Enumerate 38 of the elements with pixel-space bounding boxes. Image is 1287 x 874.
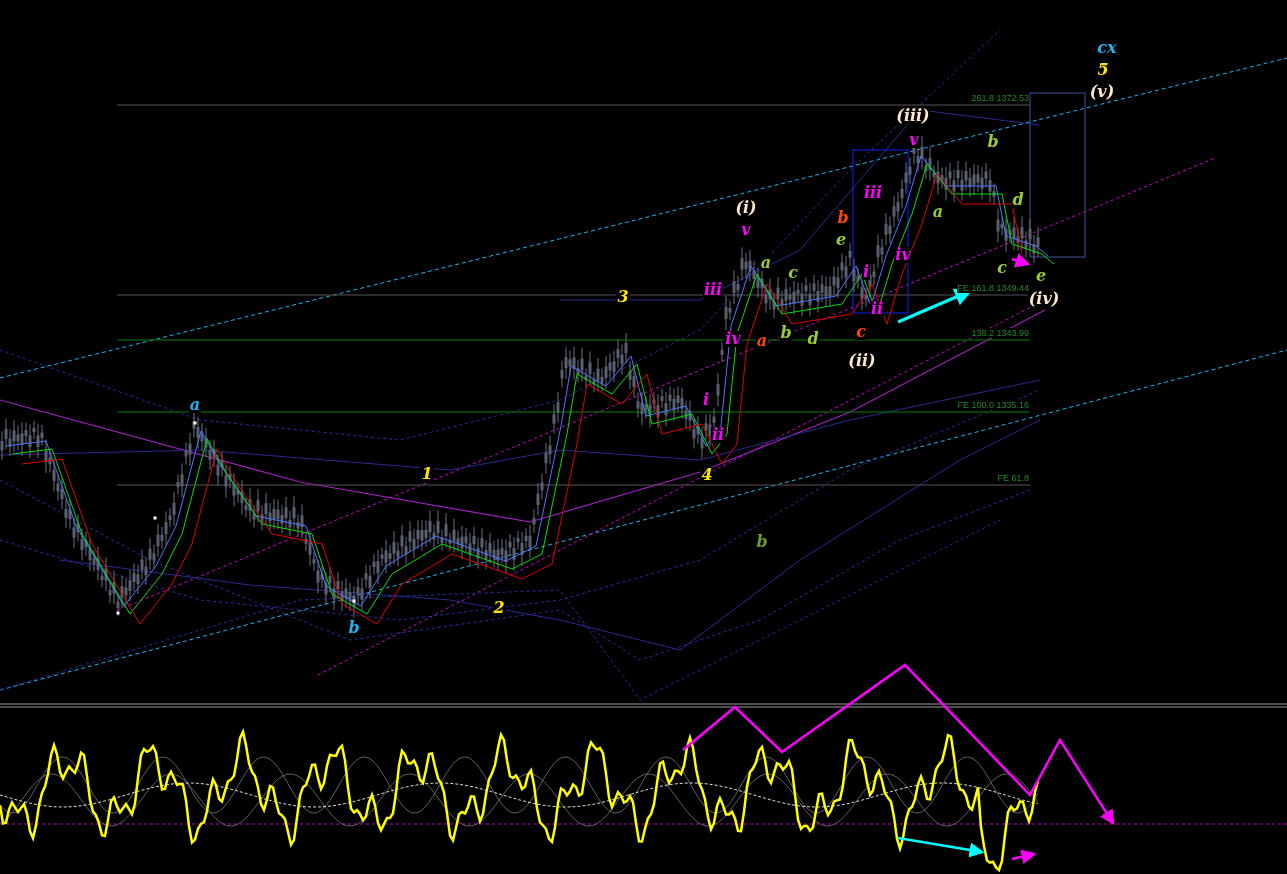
wave-label: b: [836, 210, 850, 226]
wave-label: b: [779, 325, 793, 341]
wave-label: i: [701, 392, 711, 408]
wave-label: (i): [734, 200, 758, 216]
arrow: [1011, 849, 1037, 865]
wave-label: (ii): [847, 353, 877, 369]
wave-label: (iii): [895, 108, 931, 124]
fib-level-label: FE 100.0 1335.16: [957, 400, 1029, 410]
wave-label: iii: [702, 282, 724, 298]
wave-label: v: [908, 132, 920, 148]
wave-label: b: [986, 134, 1000, 150]
pivot-marker: [153, 516, 157, 520]
wave-label: d: [1011, 192, 1025, 208]
pivot-marker: [116, 611, 120, 615]
wave-label: i: [861, 264, 871, 280]
wave-label: a: [759, 255, 773, 271]
wave-label: 2: [492, 600, 506, 616]
fib-level-label: FE 61.8: [997, 473, 1029, 483]
wave-label: d: [806, 331, 820, 347]
fib-level-label: 261.8 1372.53: [971, 93, 1029, 103]
wave-label: 1: [420, 466, 434, 482]
arrow: [1011, 253, 1031, 268]
wave-label: (v): [1088, 84, 1116, 100]
wave-label: iii: [862, 185, 884, 201]
pivot-marker: [352, 599, 356, 603]
wave-label: ii: [869, 301, 885, 317]
wave-label: b: [755, 534, 769, 550]
wave-label: ii: [710, 427, 726, 443]
wave-label: 4: [700, 467, 714, 483]
wave-label: 3: [616, 289, 630, 305]
wave-label: (iv): [1027, 291, 1061, 307]
wave-label: iv: [724, 331, 742, 347]
wave-label: 5: [1096, 62, 1110, 78]
wave-label: b: [347, 620, 361, 636]
wave-label: iv: [894, 247, 912, 263]
pivot-marker: [193, 421, 197, 425]
fib-level-label: 138.2 1343.99: [971, 328, 1029, 338]
fib-level-label: FE 161.8 1349.44: [957, 283, 1029, 293]
